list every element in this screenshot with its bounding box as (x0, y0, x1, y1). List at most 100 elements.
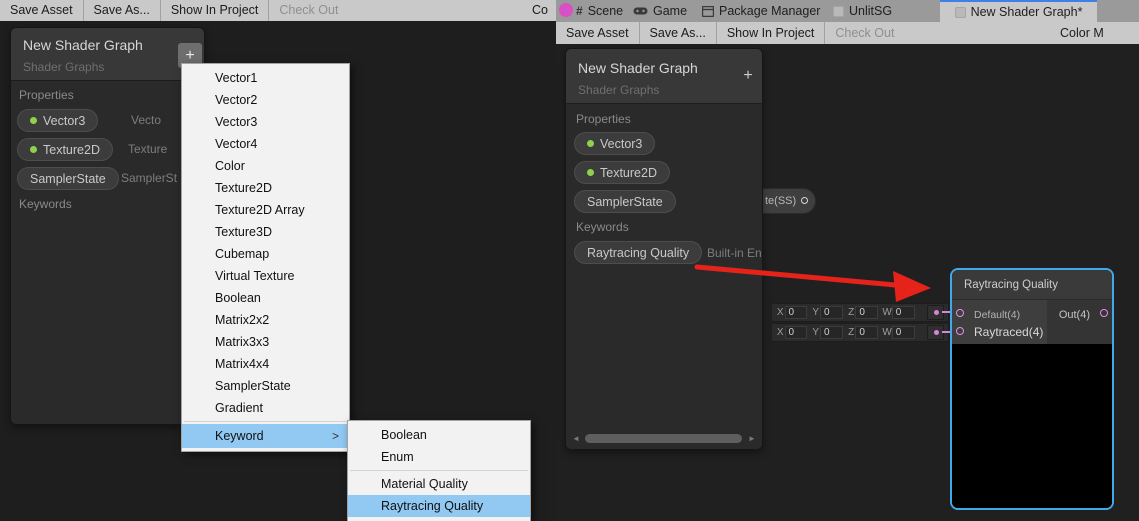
menu-item-texture3d[interactable]: Texture3D (182, 221, 349, 243)
menu-item-texture2d[interactable]: Texture2D (182, 177, 349, 199)
input-label-raytraced: Raytraced(4) (974, 325, 1043, 339)
menu-item-boolean[interactable]: Boolean (182, 287, 349, 309)
tab-new-shader-graph[interactable]: New Shader Graph* (940, 0, 1097, 22)
menu-item-matrix2x2[interactable]: Matrix2x2 (182, 309, 349, 331)
tab-label: New Shader Graph* (971, 5, 1083, 19)
submenu-item-raytracing-quality[interactable]: Raytracing Quality (348, 495, 530, 517)
left-blackboard: New Shader Graph Shader Graphs + Propert… (10, 27, 205, 425)
exposed-dot-icon (587, 169, 594, 176)
input-port-default-icon[interactable] (956, 309, 964, 317)
menu-item-matrix4x4[interactable]: Matrix4x4 (182, 353, 349, 375)
menu-item-vector3[interactable]: Vector3 (182, 111, 349, 133)
property-pill-texture2d[interactable]: Texture2D (574, 161, 670, 184)
screen: Save Asset Save As... Show In Project Ch… (0, 0, 1139, 521)
submenu-item-boolean[interactable]: Boolean (348, 424, 530, 446)
save-as-button[interactable]: Save As... (84, 0, 161, 21)
menu-item-samplerstate[interactable]: SamplerState (182, 375, 349, 397)
property-pill-texture2d[interactable]: Texture2D (17, 138, 113, 161)
graph-subtitle: Shader Graphs (578, 83, 659, 97)
property-pill-label: SamplerState (30, 172, 106, 186)
axis-label-y: Y (811, 307, 820, 318)
tab-game[interactable]: Game (633, 0, 687, 22)
x-value-field[interactable]: 0 (785, 306, 808, 319)
right-blackboard-header: New Shader Graph Shader Graphs + (566, 49, 762, 104)
y-value-field[interactable]: 0 (820, 326, 843, 339)
output-port-icon[interactable] (801, 197, 808, 204)
axis-label-w: W (882, 327, 891, 338)
keyword-pill-raytracing-quality[interactable]: Raytracing Quality (574, 241, 702, 264)
input-port-raytraced-icon[interactable] (956, 327, 964, 335)
w-value-field[interactable]: 0 (892, 326, 915, 339)
scroll-left-icon[interactable]: ◄ (571, 434, 581, 443)
tab-scene[interactable]: # Scene (576, 0, 623, 22)
save-as-button[interactable]: Save As... (640, 22, 717, 44)
graph-title: New Shader Graph (578, 60, 698, 76)
property-pill-label: Texture2D (43, 143, 100, 157)
w-value-field[interactable]: 0 (892, 306, 915, 319)
right-toolbar: Save Asset Save As... Show In Project Ch… (556, 22, 1139, 44)
add-property-button[interactable]: + (738, 65, 758, 87)
axis-label-z: Z (847, 307, 856, 318)
save-asset-button[interactable]: Save Asset (556, 22, 640, 44)
z-value-field[interactable]: 0 (855, 326, 878, 339)
scrollbar-thumb[interactable] (585, 434, 742, 443)
vector4-input-row: X0 Y0 Z0 W0 (771, 323, 949, 342)
menu-item-vector2[interactable]: Vector2 (182, 89, 349, 111)
horizontal-scrollbar[interactable]: ◄ ► (571, 432, 757, 445)
menu-item-vector4[interactable]: Vector4 (182, 133, 349, 155)
menu-item-color[interactable]: Color (182, 155, 349, 177)
property-type-clipped: Texture (128, 142, 167, 156)
property-pill-samplerstate[interactable]: SamplerState (17, 167, 119, 190)
tab-bar: # Scene Game Package Manager UnlitSG New… (556, 0, 1139, 22)
property-pill-label: Vector3 (600, 137, 642, 151)
samplerstate-node-clipped[interactable]: te(SS) (756, 188, 816, 214)
menu-item-texture2d-array[interactable]: Texture2D Array (182, 199, 349, 221)
menu-item-matrix3x3[interactable]: Matrix3x3 (182, 331, 349, 353)
menu-separator (184, 421, 347, 422)
menu-separator (350, 470, 528, 471)
scrollbar-track[interactable] (581, 433, 747, 444)
menu-item-cubemap[interactable]: Cubemap (182, 243, 349, 265)
show-in-project-button[interactable]: Show In Project (717, 22, 826, 44)
property-pill-vector3[interactable]: Vector3 (17, 109, 98, 132)
tab-label: UnlitSG (849, 4, 892, 18)
x-value-field[interactable]: 0 (785, 326, 808, 339)
properties-section-label: Properties (19, 88, 74, 102)
node-output-panel (1047, 300, 1112, 344)
check-out-button[interactable]: Check Out (825, 22, 904, 44)
node-output-label: te(SS) (765, 195, 796, 207)
right-blackboard: New Shader Graph Shader Graphs + Propert… (565, 48, 763, 450)
graph-title: New Shader Graph (23, 37, 143, 53)
raytracing-quality-node[interactable]: Raytracing Quality Default(4) Raytraced(… (950, 268, 1114, 510)
property-pill-vector3[interactable]: Vector3 (574, 132, 655, 155)
input-label-default: Default(4) (974, 309, 1020, 321)
z-value-field[interactable]: 0 (855, 306, 878, 319)
output-label-out: Out(4) (1059, 309, 1090, 321)
show-in-project-button[interactable]: Show In Project (161, 0, 270, 21)
submenu-item-material-quality[interactable]: Material Quality (348, 473, 530, 495)
scroll-right-icon[interactable]: ► (747, 434, 757, 443)
property-pill-samplerstate[interactable]: SamplerState (574, 190, 676, 213)
tab-label: Game (653, 4, 687, 18)
menu-item-gradient[interactable]: Gradient (182, 397, 349, 419)
node-preview (952, 346, 1112, 508)
axis-label-y: Y (811, 327, 820, 338)
color-mode-clipped-label: Co (532, 0, 548, 21)
tab-unlitsg[interactable]: UnlitSG (833, 0, 892, 22)
menu-item-virtual-texture[interactable]: Virtual Texture (182, 265, 349, 287)
exposed-dot-icon (587, 140, 594, 147)
shader-graph-asset-icon (833, 6, 844, 17)
right-unity-window: # Scene Game Package Manager UnlitSG New… (556, 0, 1139, 521)
submenu-arrow-icon: > (332, 424, 339, 448)
y-value-field[interactable]: 0 (820, 306, 843, 319)
menu-item-keyword[interactable]: Keyword > (182, 424, 349, 448)
port-dot-icon (934, 310, 939, 315)
axis-label-w: W (882, 307, 891, 318)
color-mode-clipped-label: Color M (1060, 22, 1104, 44)
submenu-item-enum[interactable]: Enum (348, 446, 530, 468)
check-out-button[interactable]: Check Out (269, 0, 348, 21)
output-port-icon[interactable] (1100, 309, 1108, 317)
menu-item-vector1[interactable]: Vector1 (182, 67, 349, 89)
tab-package-manager[interactable]: Package Manager (702, 0, 820, 22)
save-asset-button[interactable]: Save Asset (0, 0, 84, 21)
